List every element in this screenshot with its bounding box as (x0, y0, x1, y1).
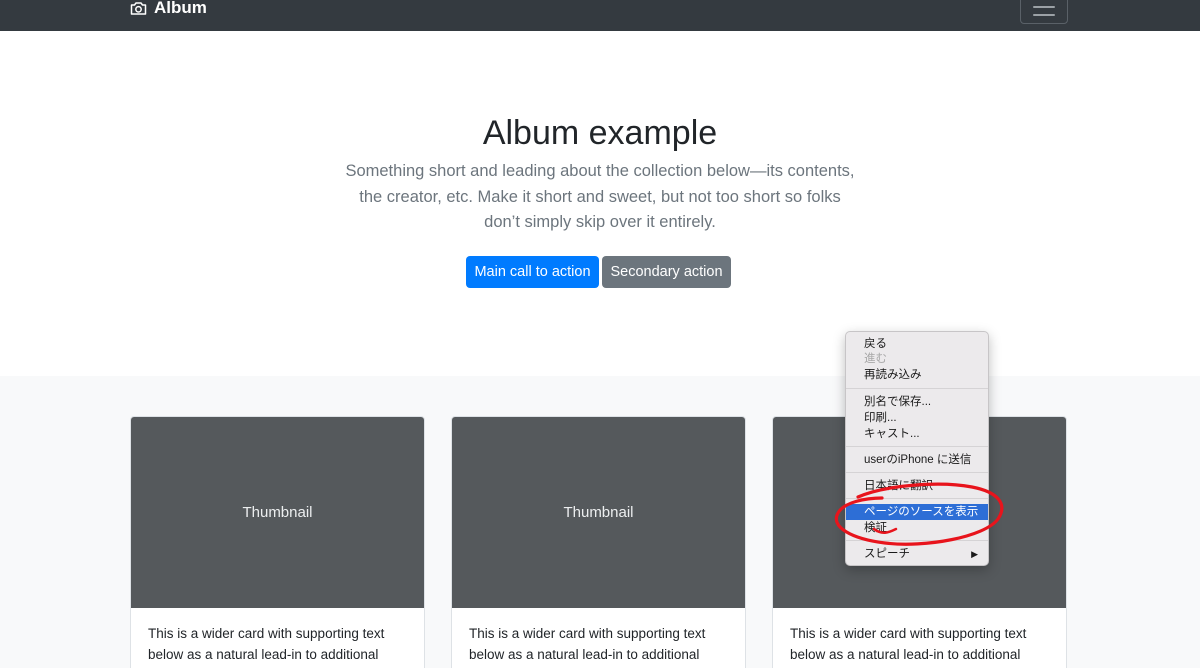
menu-item-print[interactable]: 印刷... (846, 410, 988, 426)
card-text: This is a wider card with supporting tex… (148, 626, 385, 662)
album-section: Thumbnail This is a wider card with supp… (0, 376, 1200, 668)
red-circle-annotation (834, 482, 1004, 546)
menu-item-send-to-iphone[interactable]: userのiPhone に送信 (846, 452, 988, 468)
hero-lead: Something short and leading about the co… (345, 162, 855, 231)
card: Thumbnail This is a wider card with supp… (130, 416, 425, 668)
card-thumbnail[interactable]: Thumbnail (131, 417, 424, 608)
brand-link[interactable]: Album (130, 0, 207, 16)
hamburger-menu-icon (1033, 6, 1055, 8)
card-text: This is a wider card with supporting tex… (469, 626, 706, 662)
menu-divider (846, 446, 988, 447)
card-thumbnail[interactable]: Thumbnail (452, 417, 745, 608)
navbar-toggler-button[interactable] (1020, 0, 1068, 24)
secondary-action-button[interactable]: Secondary action (602, 256, 731, 288)
menu-item-cast[interactable]: キャスト... (846, 426, 988, 442)
navbar: Album (0, 0, 1200, 31)
menu-item-back[interactable]: 戻る (846, 336, 988, 352)
menu-item-forward: 進む (864, 353, 887, 365)
menu-item-speech-label: スピーチ (864, 548, 910, 560)
card: Thumbnail This is a wider card with supp… (451, 416, 746, 668)
camera-icon (130, 1, 147, 15)
main-call-to-action-button[interactable]: Main call to action (466, 256, 599, 288)
hero-title: Album example (482, 114, 718, 152)
hero-section: Album example Something short and leadin… (0, 31, 1200, 376)
menu-item-reload[interactable]: 再読み込み (846, 367, 988, 383)
menu-divider (846, 388, 988, 389)
menu-item-save-as[interactable]: 別名で保存... (846, 394, 988, 410)
menu-divider (846, 472, 988, 473)
card-text: This is a wider card with supporting tex… (790, 626, 1027, 662)
brand-label: Album (154, 0, 207, 17)
